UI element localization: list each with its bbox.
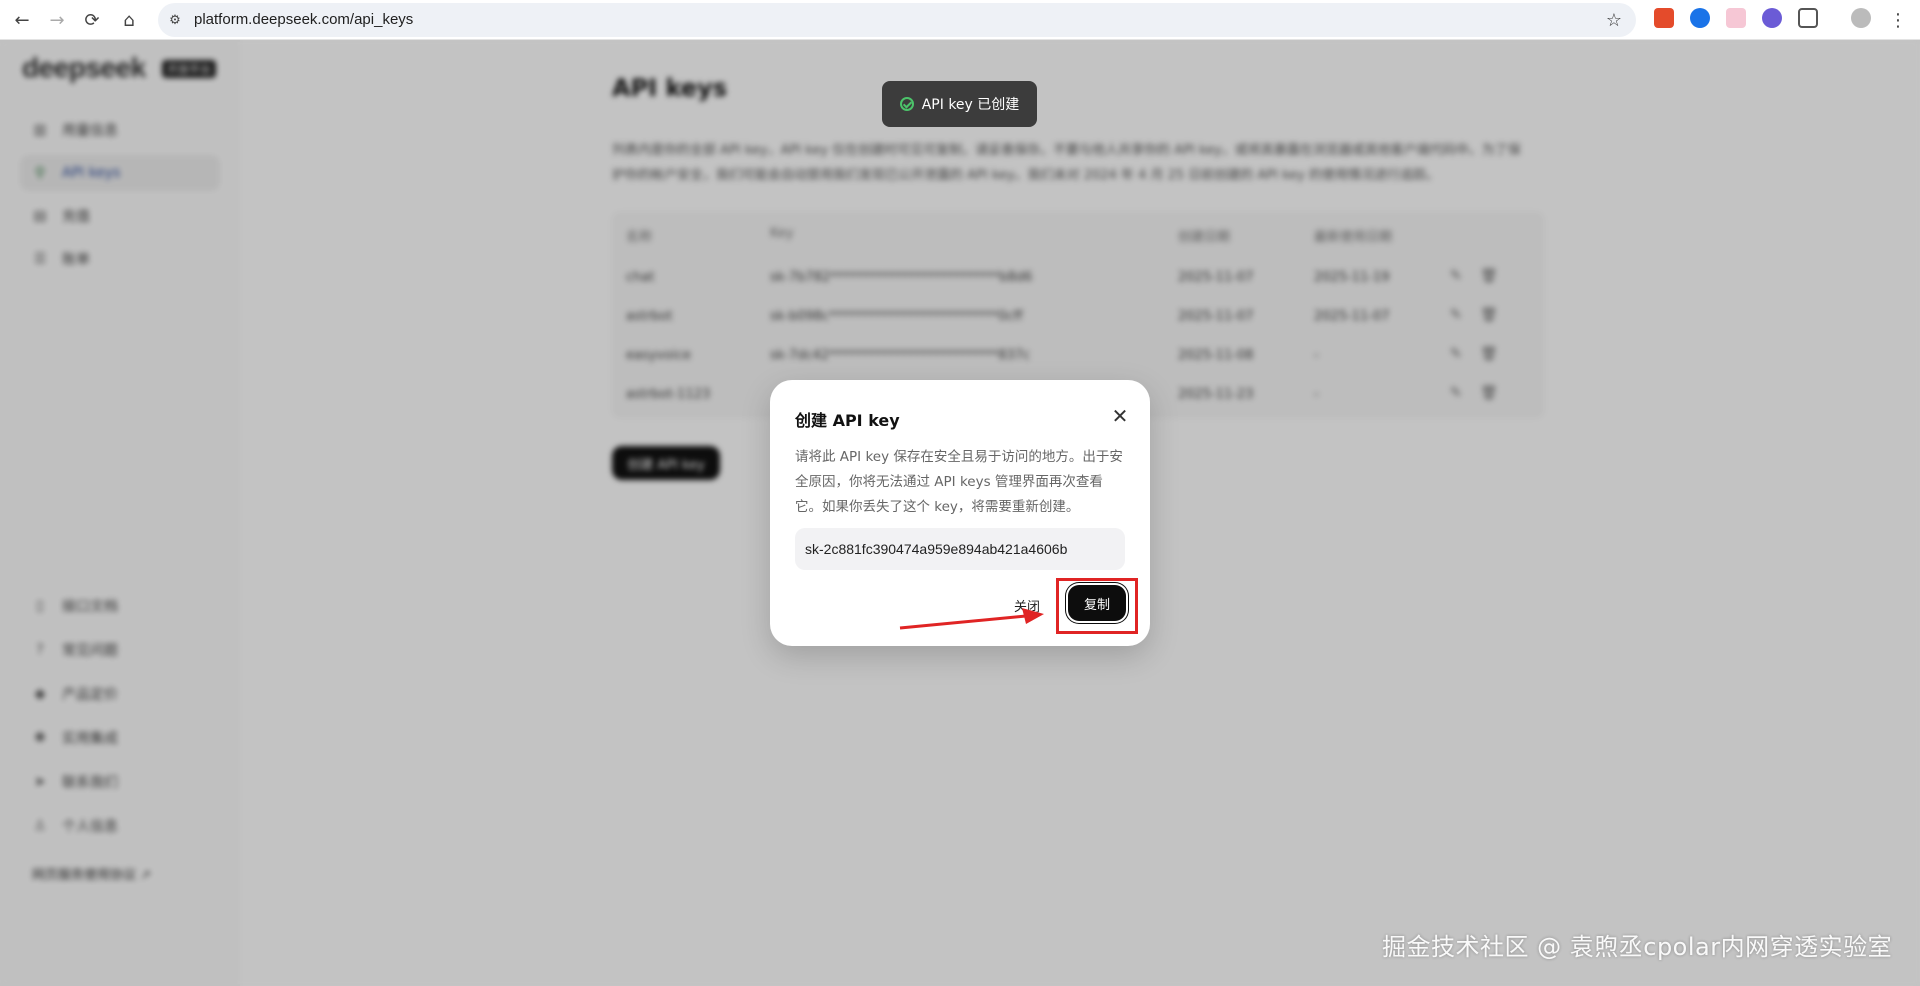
back-icon[interactable]: ← (8, 6, 36, 34)
api-key-value-field[interactable]: sk-2c881fc390474a959e894ab421a4606b (795, 528, 1125, 570)
site-info-icon[interactable]: ⚙ (166, 11, 184, 29)
dialog-body: 请将此 API key 保存在安全且易于访问的地方。出于安全原因，你将无法通过 … (795, 449, 1123, 515)
home-icon[interactable]: ⌂ (115, 6, 143, 34)
toast-text: API key 已创建 (921, 97, 1020, 113)
url-text[interactable]: platform.deepseek.com/api_keys (194, 3, 413, 37)
profile-avatar[interactable] (1851, 8, 1871, 28)
browser-menu-icon[interactable]: ⋮ (1884, 6, 1912, 34)
address-bar[interactable]: ⚙ platform.deepseek.com/api_keys ☆ (158, 3, 1636, 37)
close-icon[interactable]: ✕ (1108, 404, 1132, 428)
success-toast: API key 已创建 (882, 81, 1037, 127)
extension-icon-3[interactable] (1726, 8, 1746, 28)
dialog-title: 创建 API key (795, 411, 900, 430)
extension-icon-4[interactable] (1762, 8, 1782, 28)
reload-icon[interactable]: ⟳ (78, 6, 106, 34)
check-circle-icon (899, 97, 914, 111)
annotation-arrow (899, 608, 1044, 630)
watermark-text: 掘金技术社区 @ 袁煦丞cpolar内网穿透实验室 (1382, 933, 1893, 961)
forward-icon[interactable]: → (43, 6, 71, 34)
bookmark-star-icon[interactable]: ☆ (1602, 8, 1626, 32)
extensions-puzzle-icon[interactable] (1798, 8, 1818, 28)
extension-icon-1[interactable] (1654, 8, 1674, 28)
annotation-highlight-box (1056, 578, 1138, 634)
extension-icon-2[interactable] (1690, 8, 1710, 28)
browser-toolbar: ← → ⟳ ⌂ ⚙ platform.deepseek.com/api_keys… (0, 0, 1920, 40)
